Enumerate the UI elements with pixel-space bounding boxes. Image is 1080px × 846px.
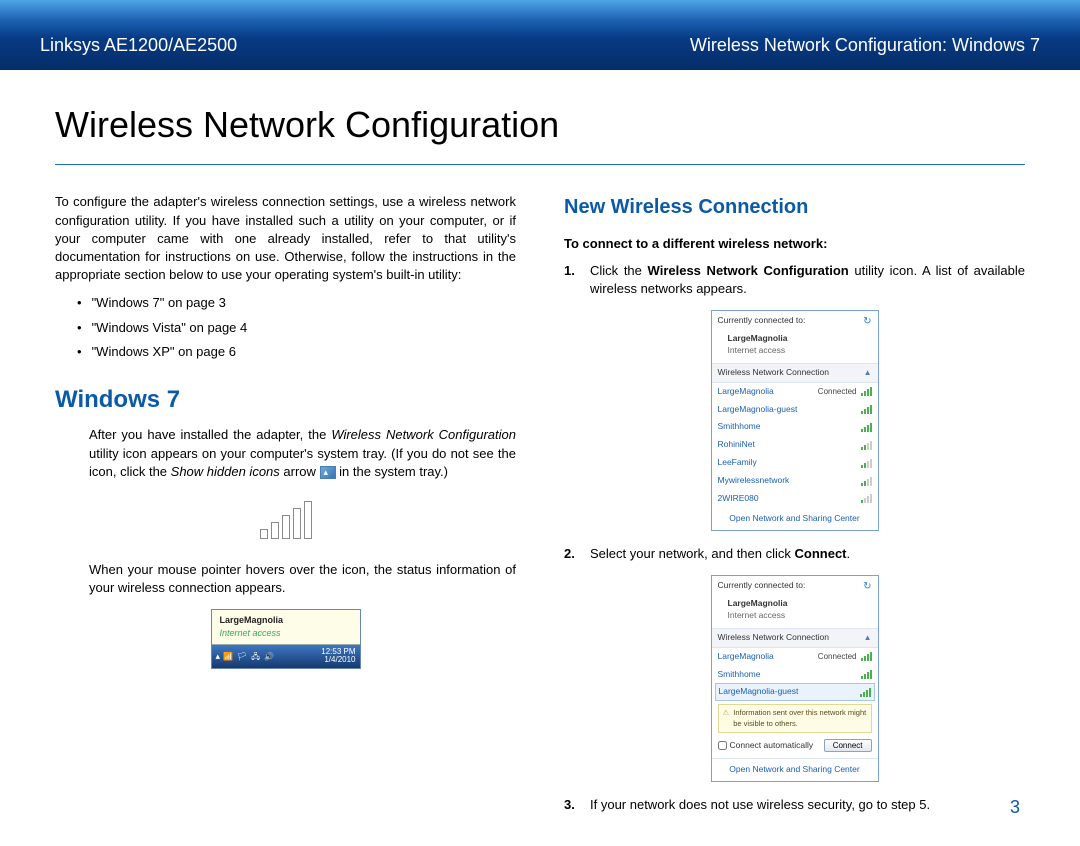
connected-network-name: LargeMagnolia xyxy=(728,333,872,345)
step-number: 2. xyxy=(564,545,590,563)
sharing-center-link[interactable]: Open Network and Sharing Center xyxy=(712,508,878,530)
wifi-network-item[interactable]: LargeMagnolia-guest xyxy=(712,401,878,419)
step-number: 3. xyxy=(564,796,590,814)
page-body: Wireless Network Configuration To config… xyxy=(0,70,1080,846)
header-left: Linksys AE1200/AE2500 xyxy=(40,33,237,58)
tray-network-status: Internet access xyxy=(220,627,352,640)
security-warning: ⚠ Information sent over this network mig… xyxy=(718,704,872,733)
currently-connected-label: Currently connected to: xyxy=(718,580,806,592)
step-number: 1. xyxy=(564,262,590,298)
wifi-section-label: Wireless Network Connection xyxy=(718,632,829,644)
wifi-list-panel: Currently connected to: ↻ LargeMagnolia … xyxy=(711,310,879,531)
signal-icon xyxy=(861,423,872,432)
tray-volume-icon: 🔊 xyxy=(264,651,274,662)
right-column: New Wireless Connection To connect to a … xyxy=(564,193,1025,826)
shield-warn-icon: ⚠ xyxy=(723,708,730,729)
tray-arrow-icon xyxy=(320,466,336,479)
steps-list: 1. Click the Wireless Network Configurat… xyxy=(564,262,1025,298)
wifi-network-item[interactable]: RohiniNet xyxy=(712,436,878,454)
wifi-network-item[interactable]: LargeMagnolia Connected xyxy=(712,648,878,666)
tray-tooltip-figure: LargeMagnolia Internet access ▴ 📶 🏳 🖧 🔊 … xyxy=(211,609,361,669)
wifi-network-item[interactable]: Smithhome xyxy=(712,418,878,436)
wifi-connect-panel: Currently connected to: ↻ LargeMagnolia … xyxy=(711,575,879,782)
signal-icon xyxy=(861,459,872,468)
sharing-center-link[interactable]: Open Network and Sharing Center xyxy=(712,759,878,781)
connected-network-sub: Internet access xyxy=(728,345,786,355)
tray-network-name: LargeMagnolia xyxy=(220,614,352,627)
refresh-icon[interactable]: ↻ xyxy=(863,315,871,329)
wifi-network-item[interactable]: LargeMagnolia Connected xyxy=(712,383,878,401)
signal-icon xyxy=(861,652,872,661)
signal-icon xyxy=(860,688,871,697)
tray-tooltip: LargeMagnolia Internet access xyxy=(212,610,360,644)
auto-connect-checkbox[interactable]: Connect automatically xyxy=(718,740,814,752)
tray-flag-icon: 🏳 xyxy=(237,651,247,662)
wifi-network-item[interactable]: Smithhome xyxy=(712,666,878,684)
signal-icon xyxy=(861,441,872,450)
ref-item: "Windows 7" on page 3 xyxy=(77,294,516,312)
ref-item: "Windows XP" on page 6 xyxy=(77,343,516,361)
connected-network-sub: Internet access xyxy=(728,610,786,620)
wifi-network-item[interactable]: LeeFamily xyxy=(712,454,878,472)
windows7-heading: Windows 7 xyxy=(55,383,516,417)
header-right: Wireless Network Configuration: Windows … xyxy=(690,33,1040,58)
refresh-icon[interactable]: ↻ xyxy=(863,580,871,594)
connect-button[interactable]: Connect xyxy=(824,739,872,752)
step-text: If your network does not use wireless se… xyxy=(590,796,1025,814)
system-tray-bar: ▴ 📶 🏳 🖧 🔊 12:53 PM 1/4/2010 xyxy=(212,645,360,669)
steps-list: 3. If your network does not use wireless… xyxy=(564,796,1025,814)
page-title: Wireless Network Configuration xyxy=(55,100,1025,150)
steps-list: 2. Select your network, and then click C… xyxy=(564,545,1025,563)
tray-network-icon: 🖧 xyxy=(251,651,260,662)
wifi-section-label: Wireless Network Connection xyxy=(718,367,829,379)
signal-bars-icon xyxy=(256,499,316,539)
signal-icon xyxy=(861,494,872,503)
title-rule xyxy=(55,164,1025,165)
step-text: Click the Wireless Network Configuration… xyxy=(590,262,1025,298)
currently-connected-label: Currently connected to: xyxy=(718,315,806,327)
wifi-network-item-selected[interactable]: LargeMagnolia-guest xyxy=(715,683,875,701)
reference-list: "Windows 7" on page 3 "Windows Vista" on… xyxy=(77,294,516,361)
page-number: 3 xyxy=(1010,795,1020,820)
new-connection-heading: New Wireless Connection xyxy=(564,193,1025,221)
ref-item: "Windows Vista" on page 4 xyxy=(77,319,516,337)
signal-icon xyxy=(861,477,872,486)
step-text: Select your network, and then click Conn… xyxy=(590,545,1025,563)
auto-connect-input[interactable] xyxy=(718,741,727,750)
intro-paragraph: To configure the adapter's wireless conn… xyxy=(55,193,516,284)
chevron-up-icon[interactable]: ▲ xyxy=(864,632,872,644)
wifi-network-item[interactable]: Mywirelessnetwork xyxy=(712,472,878,490)
connected-network-name: LargeMagnolia xyxy=(728,598,872,610)
tray-clock: 12:53 PM 1/4/2010 xyxy=(321,648,355,666)
signal-icon xyxy=(861,405,872,414)
signal-icon xyxy=(861,670,872,679)
header-band: Linksys AE1200/AE2500 Wireless Network C… xyxy=(0,0,1080,70)
tray-signal-icon: 📶 xyxy=(223,651,233,662)
tray-chevron-icon: ▴ xyxy=(216,650,221,663)
win7-paragraph-1: After you have installed the adapter, th… xyxy=(89,426,516,481)
wifi-network-item[interactable]: 2WIRE080 xyxy=(712,490,878,508)
chevron-up-icon[interactable]: ▲ xyxy=(864,367,872,379)
lead-instruction: To connect to a different wireless netwo… xyxy=(564,235,1025,253)
left-column: To configure the adapter's wireless conn… xyxy=(55,193,516,826)
win7-paragraph-2: When your mouse pointer hovers over the … xyxy=(89,561,516,597)
signal-icon xyxy=(861,387,872,396)
